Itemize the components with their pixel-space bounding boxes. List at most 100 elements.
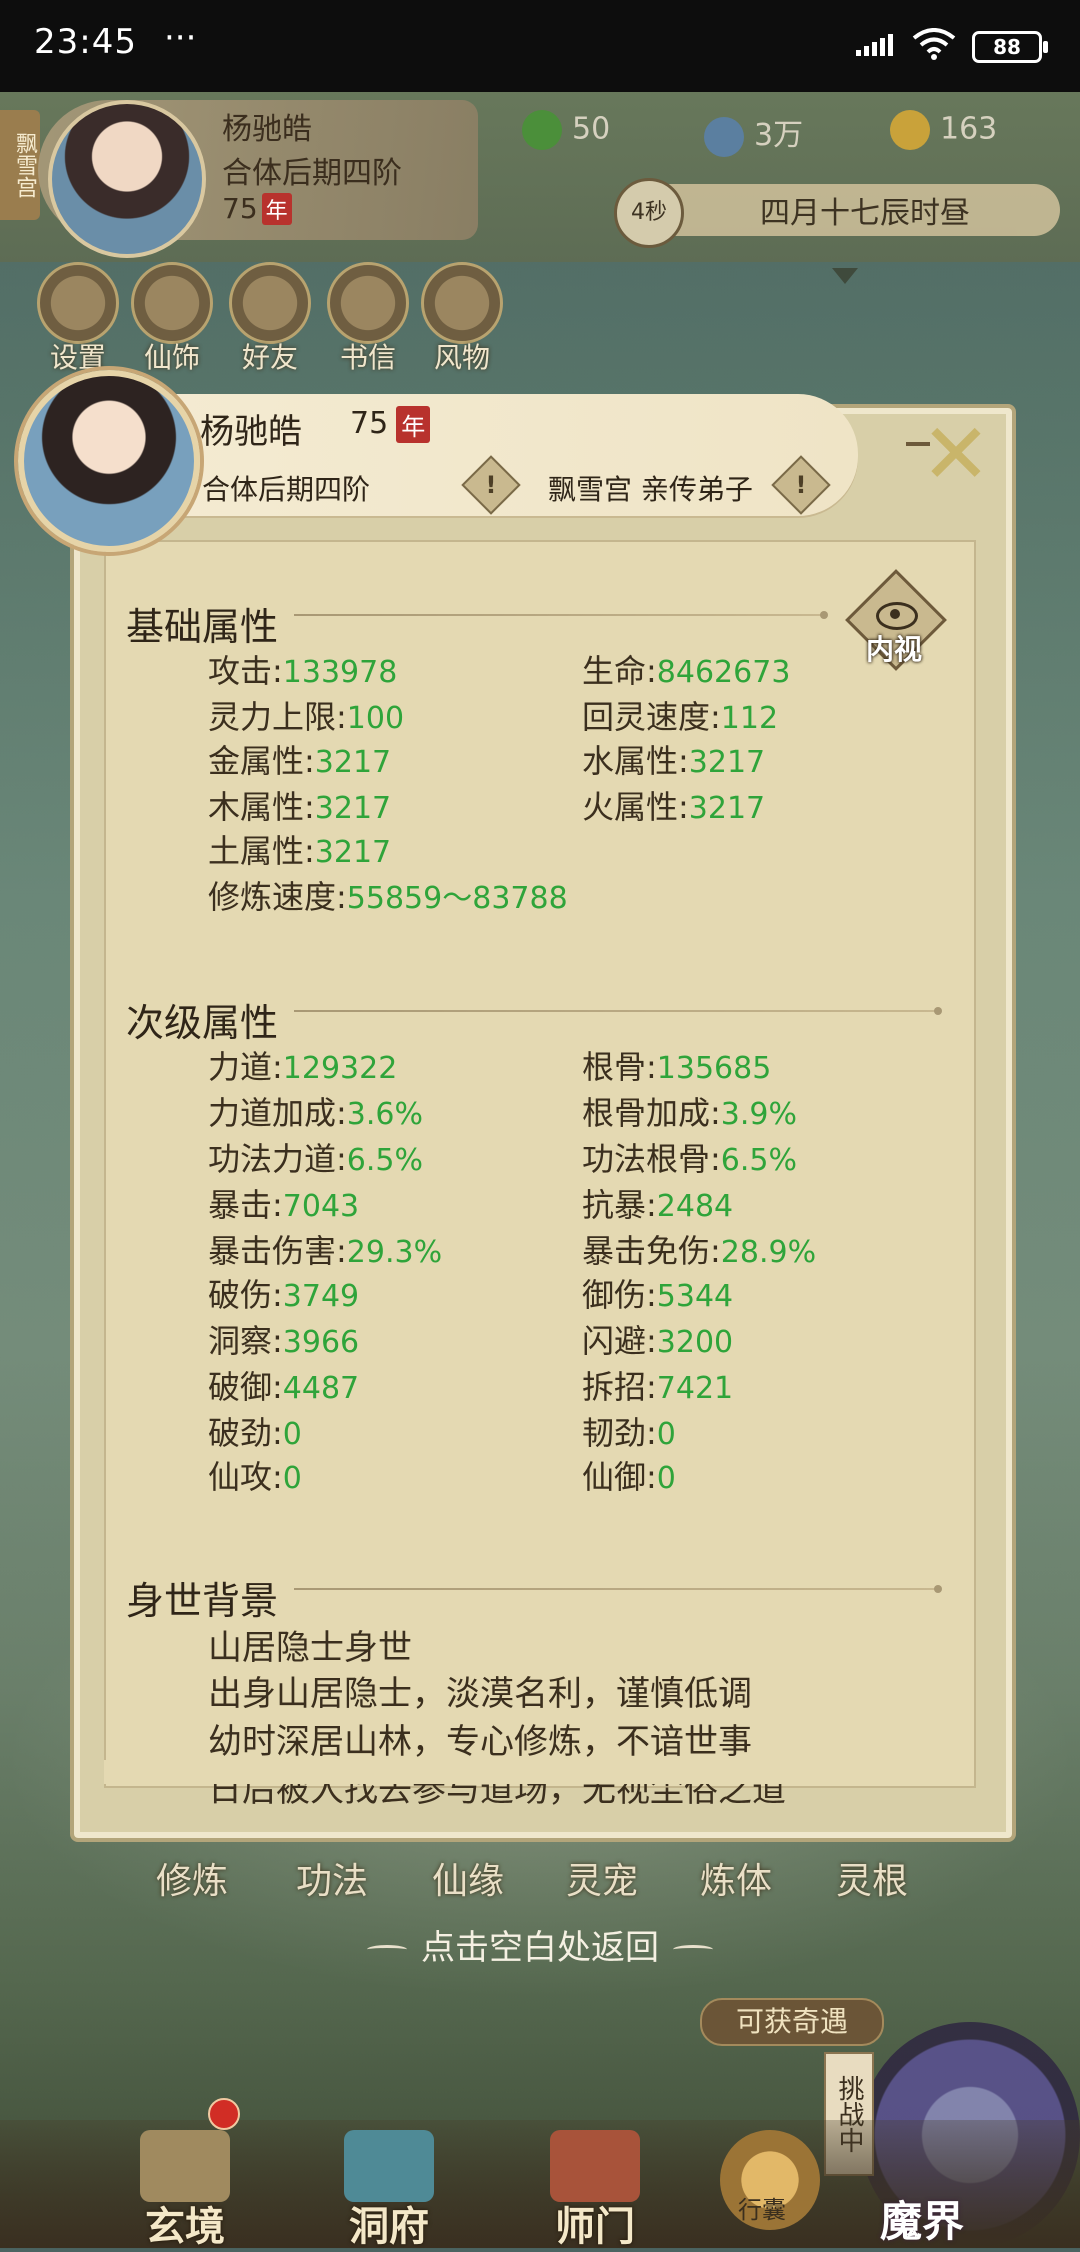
attr-strength: 力道:129322 — [208, 1048, 398, 1086]
background-line: 幼时深居山林，专心修炼，不谙世事 — [208, 1722, 752, 1762]
settings-icon — [37, 262, 119, 344]
resource-leaf-value: 50 — [572, 111, 611, 147]
pavilion-icon — [344, 2130, 434, 2202]
tab-fate[interactable]: 仙缘 — [432, 1852, 504, 1904]
nav-label: 师门 — [555, 2204, 635, 2250]
nav-shimen[interactable]: 师门 — [520, 2130, 670, 2250]
adventure-button[interactable]: 可获奇遇 — [700, 1998, 884, 2046]
attr-skill-strength: 功法力道:6.5% — [208, 1140, 424, 1178]
status-bar: 23:45 ··· 88 — [0, 0, 1080, 92]
banner-icon — [550, 2130, 640, 2202]
status-more-dots: ··· — [164, 18, 197, 58]
tab-body[interactable]: 炼体 — [700, 1852, 772, 1904]
shortcut-settings[interactable]: 设置 — [36, 262, 120, 376]
attr-spirit-regen: 回灵速度:112 — [582, 698, 779, 736]
character-name: 杨驰皓 — [200, 412, 302, 452]
nav-label: 洞府 — [349, 2204, 429, 2250]
attr-tenacity: 韧劲:0 — [582, 1414, 676, 1452]
return-hint-text: 点击空白处返回 — [421, 1928, 659, 1968]
attr-crit-damage: 暴击伤害:29.3% — [208, 1232, 443, 1270]
eye-icon — [876, 602, 918, 630]
chevron-down-icon[interactable] — [832, 268, 858, 286]
age-unit-badge: 年 — [396, 406, 431, 443]
attr-earth: 土属性:3217 — [208, 832, 392, 870]
player-age: 75 年 — [222, 192, 292, 225]
attr-skill-constitution: 功法根骨:6.5% — [582, 1140, 798, 1178]
attr-pierce: 破伤:3749 — [208, 1276, 360, 1314]
player-age-value: 75 — [222, 192, 258, 225]
attr-spirit-cap: 灵力上限:100 — [208, 698, 405, 736]
attr-crit-damage-reduction: 暴击免伤:28.9% — [582, 1232, 817, 1270]
attr-constitution: 根骨:135685 — [582, 1048, 772, 1086]
attr-water: 水属性:3217 — [582, 742, 766, 780]
info-mark: ! — [485, 471, 497, 499]
outfit-icon — [131, 262, 213, 344]
character-age-value: 75 — [350, 406, 389, 441]
return-hint[interactable]: 点击空白处返回 — [0, 1920, 1080, 1969]
shortcut-label: 仙饰 — [143, 341, 200, 374]
player-avatar[interactable] — [48, 100, 206, 258]
character-avatar — [18, 370, 200, 552]
section-divider — [294, 1007, 942, 1015]
game-time-bar[interactable]: 4秒 四月十七辰时昼 — [614, 178, 1060, 248]
tab-cultivate[interactable]: 修炼 — [156, 1852, 228, 1904]
shortcut-outfit[interactable]: 仙饰 — [130, 262, 214, 376]
shortcut-scenery[interactable]: 风物 — [420, 262, 504, 376]
scroll-fade — [104, 1760, 972, 1784]
shortcut-mail[interactable]: 书信 — [326, 262, 410, 376]
scroll-icon — [140, 2130, 230, 2202]
attr-hp: 生命:8462673 — [582, 652, 791, 690]
swirl-left-icon — [367, 1945, 407, 1954]
nav-xuanjing[interactable]: 玄境 — [110, 2130, 260, 2250]
character-sect: 飘雪宫 亲传弟子 — [548, 473, 753, 506]
swirl-right-icon — [673, 1945, 713, 1954]
resource-gold[interactable]: 163 — [890, 110, 997, 150]
resource-coin[interactable]: 3万 — [704, 110, 803, 157]
status-time: 23:45 — [34, 22, 137, 62]
attr-break-tenacity: 破劲:0 — [208, 1414, 302, 1452]
notification-dot — [208, 2098, 240, 2130]
signal-icon — [856, 34, 893, 56]
coin-icon — [704, 116, 744, 157]
section-divider — [294, 611, 828, 619]
tab-techniques[interactable]: 功法 — [296, 1852, 368, 1904]
character-age: 75 年 — [350, 406, 431, 443]
age-unit-badge: 年 — [261, 193, 292, 225]
attr-cultivation-speed: 修炼速度:55859～83788 — [208, 878, 568, 916]
player-name: 杨驰皓 — [222, 112, 312, 147]
info-mark: ! — [795, 471, 807, 499]
inner-view-label: 内视 — [865, 633, 922, 666]
shortcut-label: 好友 — [241, 341, 298, 374]
bag-label: 行囊 — [738, 2196, 786, 2224]
tab-pets[interactable]: 灵宠 — [566, 1852, 638, 1904]
inner-view-button[interactable]: 内视 — [845, 569, 947, 671]
resource-leaf[interactable]: 50 — [522, 110, 610, 150]
sect-tag[interactable]: 飘雪宫 — [0, 110, 40, 220]
section-divider — [294, 1585, 942, 1593]
attr-fire: 火属性:3217 — [582, 788, 766, 826]
scenery-icon — [421, 262, 503, 344]
attr-dodge: 闪避:3200 — [582, 1322, 734, 1360]
attr-strength-bonus: 力道加成:3.6% — [208, 1094, 424, 1132]
attr-crit: 暴击:7043 — [208, 1186, 360, 1224]
tab-roots[interactable]: 灵根 — [836, 1852, 908, 1904]
battery-level: 88 — [993, 35, 1021, 59]
wifi-icon — [912, 28, 956, 60]
nav-label: 玄境 — [145, 2204, 225, 2250]
shortcut-label: 书信 — [339, 341, 396, 374]
friends-icon — [229, 262, 311, 344]
close-button[interactable]: ✕ — [906, 412, 996, 498]
shortcut-label: 风物 — [433, 341, 490, 374]
mail-icon — [327, 262, 409, 344]
gold-icon — [890, 110, 930, 150]
shortcut-friends[interactable]: 好友 — [228, 262, 312, 376]
secondary-attributes-title: 次级属性 — [126, 1001, 279, 1045]
attr-attack: 攻击:133978 — [208, 652, 398, 690]
leaf-icon — [522, 110, 562, 150]
demon-realm-label[interactable]: 魔界 — [880, 2188, 964, 2249]
background-line: 出身山居隐士，淡漠名利，谨慎低调 — [208, 1674, 752, 1714]
resource-coin-value: 3万 — [754, 118, 804, 153]
attr-immortal-attack: 仙攻:0 — [208, 1458, 302, 1496]
nav-dongfu[interactable]: 洞府 — [314, 2130, 464, 2250]
background-line: 山居隐士身世 — [208, 1628, 412, 1668]
